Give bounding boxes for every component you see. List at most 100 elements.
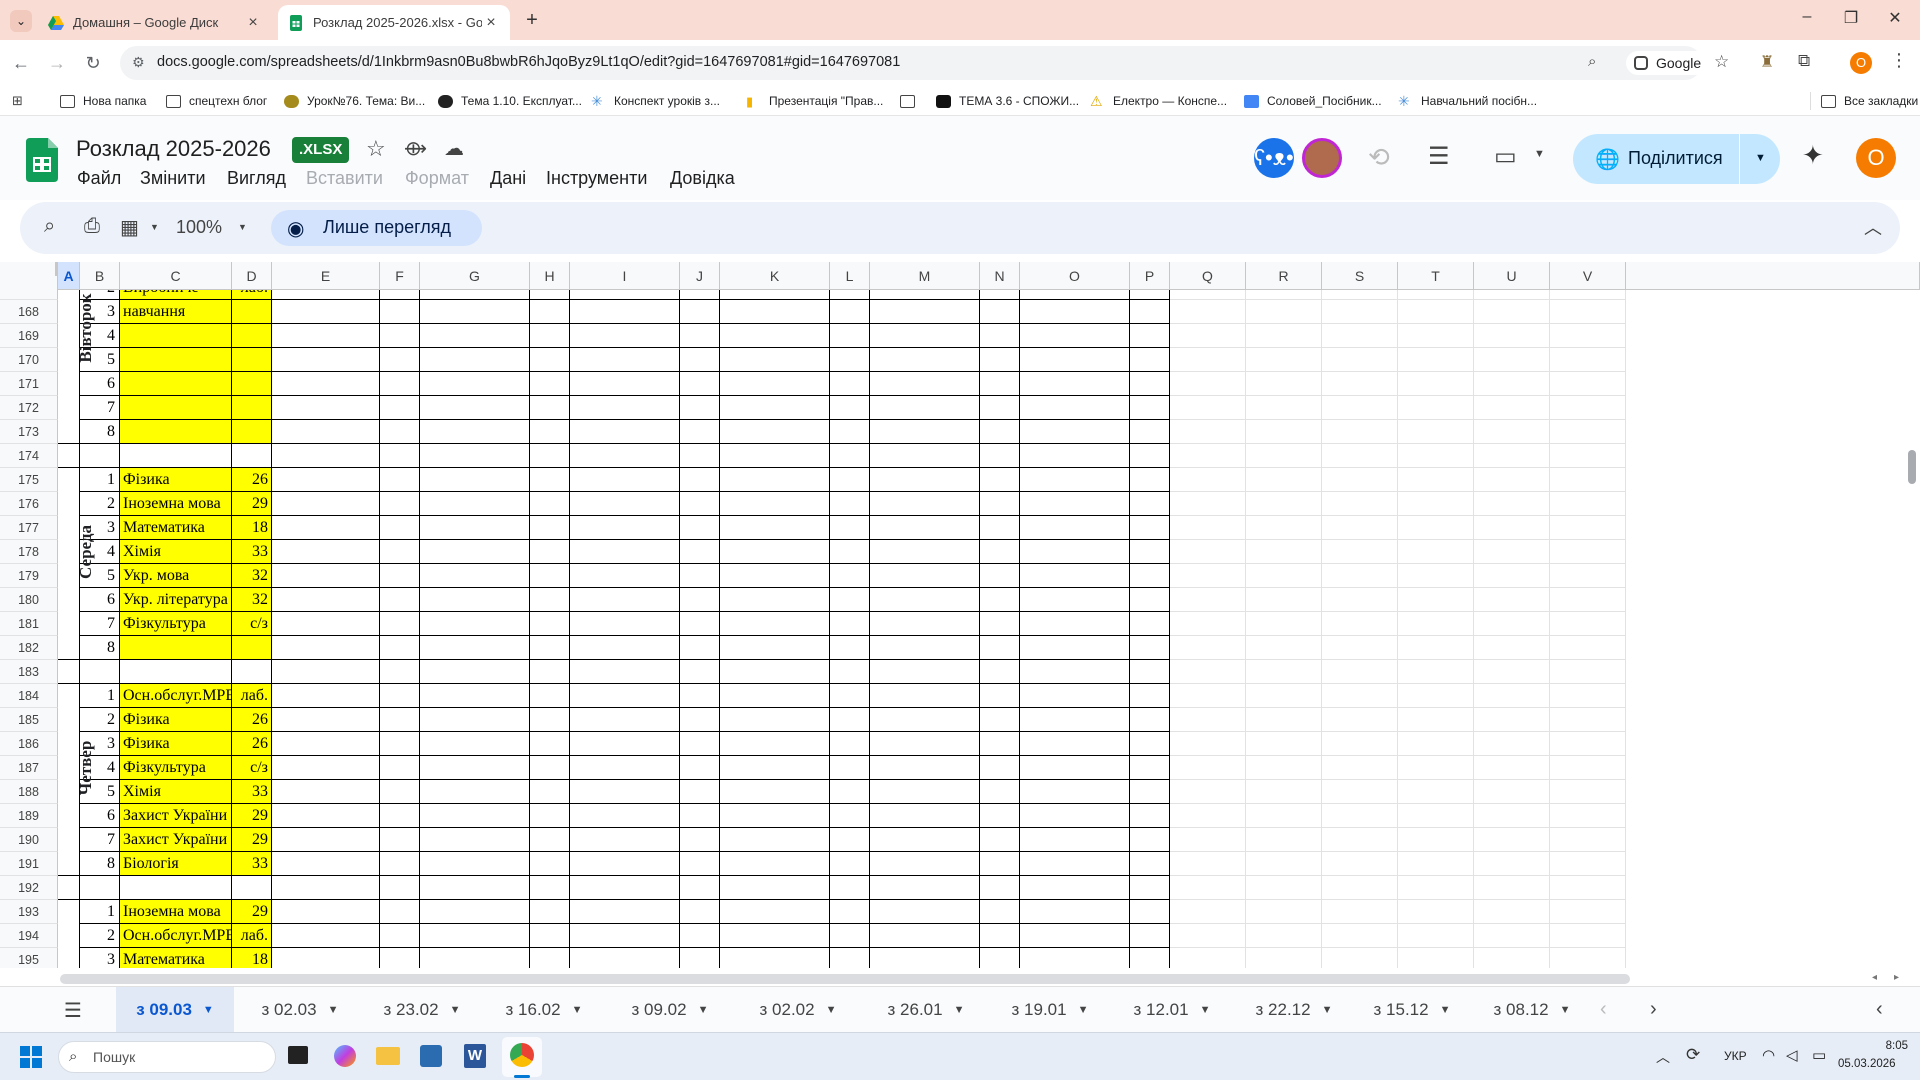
cell-u[interactable] [1474, 900, 1550, 924]
cell-o[interactable] [1020, 948, 1130, 968]
cell-j[interactable] [680, 420, 720, 444]
cell-v[interactable] [1550, 468, 1626, 492]
cell-j[interactable] [680, 804, 720, 828]
cell-t[interactable] [1398, 684, 1474, 708]
cell-g[interactable] [420, 324, 530, 348]
chevron-down-icon[interactable]: ▼ [328, 1004, 339, 1016]
cell-q[interactable] [1170, 468, 1246, 492]
cell-q[interactable] [1170, 780, 1246, 804]
cell-s[interactable] [1322, 540, 1398, 564]
cell-i[interactable] [570, 732, 680, 756]
cell-u[interactable] [1474, 588, 1550, 612]
cell-p[interactable] [1130, 300, 1170, 324]
cell-q[interactable] [1170, 684, 1246, 708]
sheet-tab[interactable]: з 15.12 ▼ [1362, 987, 1462, 1033]
column-header-n[interactable]: N [980, 262, 1020, 290]
cell-p[interactable] [1130, 900, 1170, 924]
cell-f[interactable] [380, 660, 420, 684]
cell-n[interactable] [980, 612, 1020, 636]
cell-q[interactable] [1170, 492, 1246, 516]
cell-q[interactable] [1170, 540, 1246, 564]
cell-s[interactable] [1322, 372, 1398, 396]
bookmark-item[interactable]: ✳ Конспект уроків з... [591, 92, 720, 110]
cell-m[interactable] [870, 588, 980, 612]
cell-h[interactable] [530, 684, 570, 708]
cell-i[interactable] [570, 708, 680, 732]
cell-i[interactable] [570, 852, 680, 876]
cell-u[interactable] [1474, 396, 1550, 420]
cell-n[interactable] [980, 420, 1020, 444]
cell-e[interactable] [272, 948, 380, 968]
cell-d[interactable]: 26 [232, 708, 272, 732]
cell-i[interactable] [570, 756, 680, 780]
cell-n[interactable] [980, 564, 1020, 588]
cell-f[interactable] [380, 492, 420, 516]
column-header-p[interactable]: P [1130, 262, 1170, 290]
cell-p[interactable] [1130, 828, 1170, 852]
cell-o[interactable] [1020, 660, 1130, 684]
cell-j[interactable] [680, 516, 720, 540]
cell-o[interactable] [1020, 732, 1130, 756]
row-header[interactable]: 183 [0, 660, 58, 684]
cell-j[interactable] [680, 396, 720, 420]
cell-b[interactable] [80, 876, 120, 900]
row-header[interactable]: 172 [0, 396, 58, 420]
cell-h[interactable] [530, 900, 570, 924]
cell-i[interactable] [570, 372, 680, 396]
cell-j[interactable] [680, 324, 720, 348]
cell-o[interactable] [1020, 372, 1130, 396]
cell-h[interactable] [530, 756, 570, 780]
cell-h[interactable] [530, 732, 570, 756]
cell-g[interactable] [420, 612, 530, 636]
cell-u[interactable] [1474, 924, 1550, 948]
cell-r[interactable] [1246, 756, 1322, 780]
cell-q[interactable] [1170, 348, 1246, 372]
sheet-tab[interactable]: з 09.03 ▼ [116, 987, 234, 1033]
cell-d[interactable]: 32 [232, 564, 272, 588]
column-header-f[interactable]: F [380, 262, 420, 290]
cell-n[interactable] [980, 852, 1020, 876]
microsoft-store-icon[interactable] [420, 1045, 442, 1067]
cell-o[interactable] [1020, 468, 1130, 492]
cell-o[interactable] [1020, 876, 1130, 900]
cell-v[interactable] [1550, 804, 1626, 828]
cell-p[interactable] [1130, 924, 1170, 948]
cell-u[interactable] [1474, 372, 1550, 396]
cell-g[interactable] [420, 540, 530, 564]
row-header[interactable]: 193 [0, 900, 58, 924]
cell-i[interactable] [570, 492, 680, 516]
zoom-icon[interactable]: ⌕ [1588, 53, 1596, 70]
cell-o[interactable] [1020, 540, 1130, 564]
chevron-down-icon[interactable]: ▼ [1560, 1004, 1571, 1016]
cell-h[interactable] [530, 780, 570, 804]
close-window-button[interactable]: ✕ [1872, 8, 1918, 32]
menu-file[interactable]: Файл [77, 168, 121, 189]
star-icon[interactable]: ☆ [366, 136, 386, 162]
cell-t[interactable] [1398, 756, 1474, 780]
cell-t[interactable] [1398, 636, 1474, 660]
cell-v[interactable] [1550, 612, 1626, 636]
column-header-o[interactable]: O [1020, 262, 1130, 290]
cell-q[interactable] [1170, 612, 1246, 636]
cell-g[interactable] [420, 804, 530, 828]
close-tab-icon[interactable]: × [244, 14, 262, 32]
cell-c[interactable]: Захист України [120, 804, 232, 828]
print-icon[interactable]: ⎙ [84, 215, 100, 238]
cell-u[interactable] [1474, 564, 1550, 588]
row-header[interactable]: 181 [0, 612, 58, 636]
cell-t[interactable] [1398, 612, 1474, 636]
address-bar[interactable]: ⚙ docs.google.com/spreadsheets/d/1Inkbrm… [120, 46, 1729, 80]
cell-h[interactable] [530, 948, 570, 968]
cell-o[interactable] [1020, 492, 1130, 516]
cell-r[interactable] [1246, 468, 1322, 492]
cell-k[interactable] [720, 348, 830, 372]
cell-f[interactable] [380, 468, 420, 492]
cell-b[interactable]: 8 [80, 636, 120, 660]
cell-m[interactable] [870, 708, 980, 732]
cell-v[interactable] [1550, 684, 1626, 708]
cell-i[interactable] [570, 660, 680, 684]
cell-d[interactable]: с/з [232, 756, 272, 780]
cell-c[interactable]: Іноземна мова [120, 900, 232, 924]
minimize-button[interactable]: – [1784, 8, 1830, 32]
chevron-down-icon[interactable]: ▼ [954, 1004, 965, 1016]
